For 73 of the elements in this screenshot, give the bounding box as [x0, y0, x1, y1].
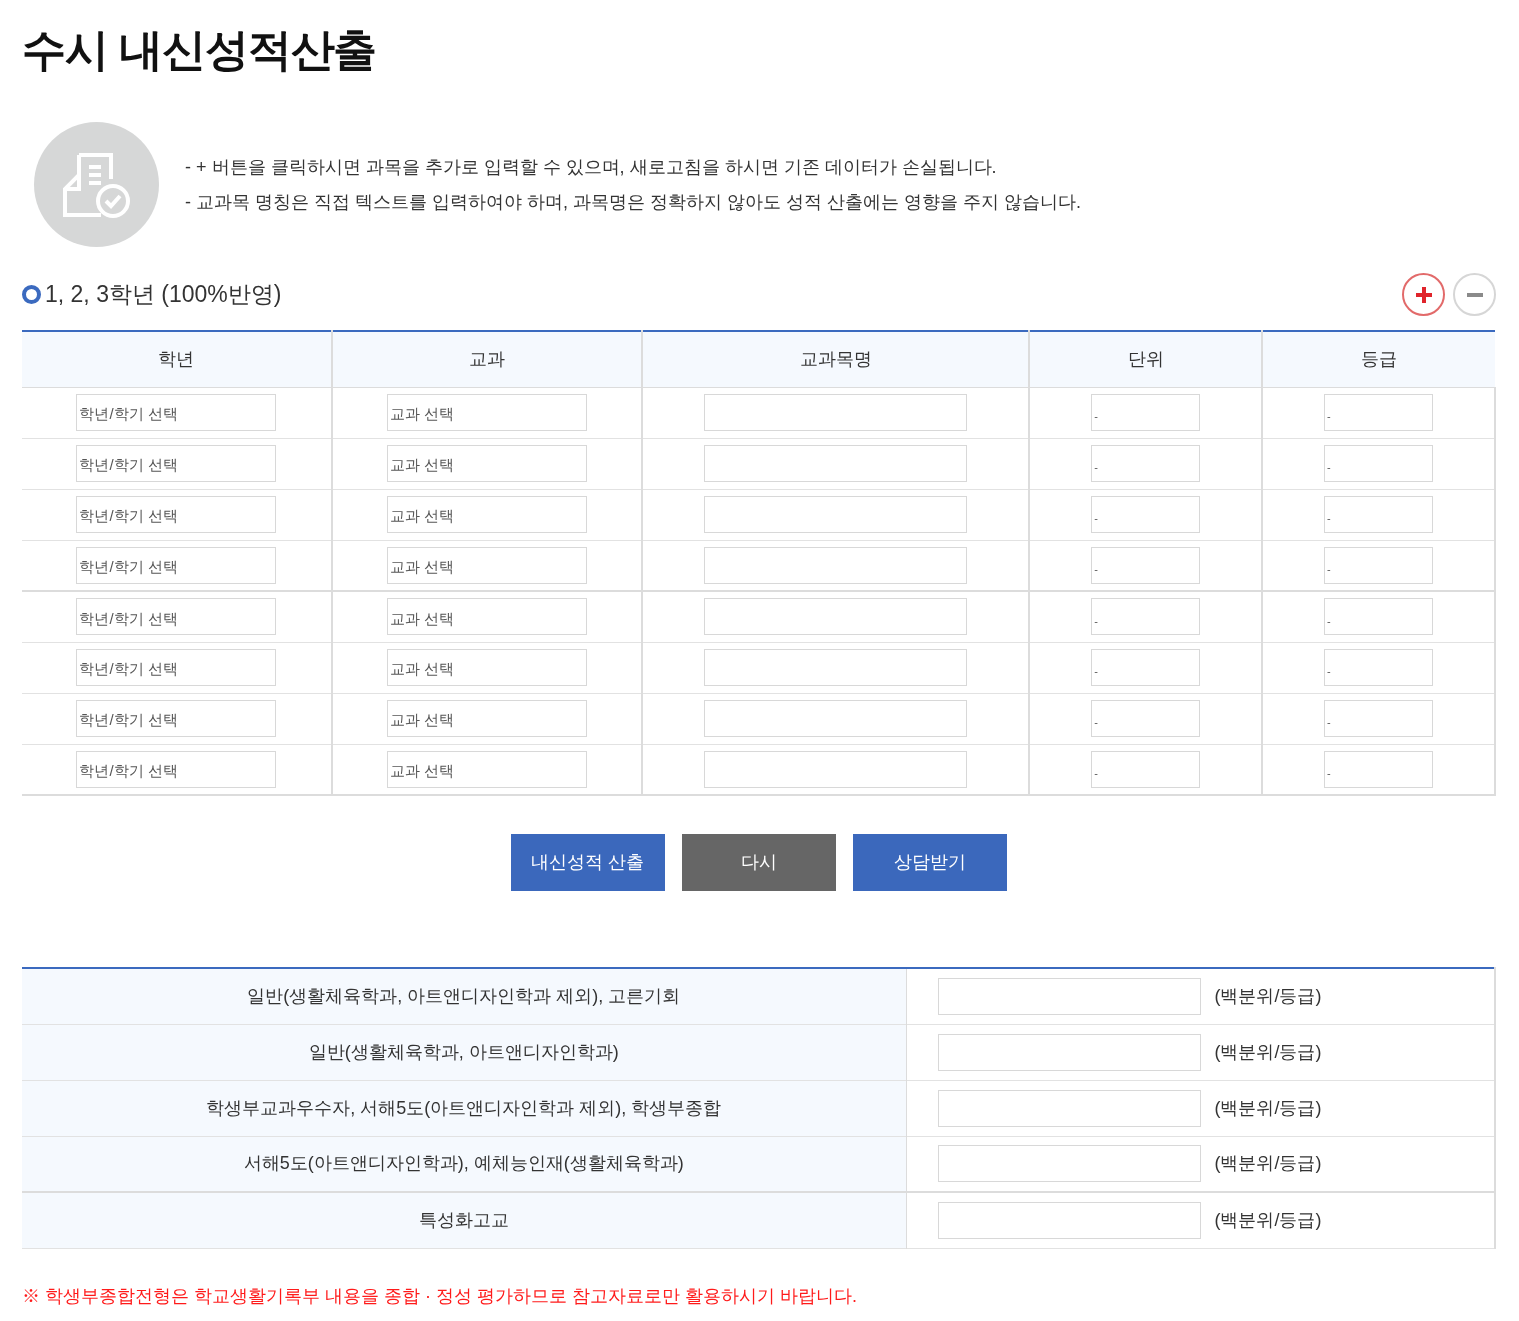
unit-dropdown[interactable]: - [1091, 750, 1201, 788]
grade-dropdown[interactable]: - [1324, 394, 1434, 431]
grade-dropdown[interactable]: - [1324, 496, 1434, 533]
unit-label: (백분위/등급) [1214, 1096, 1322, 1120]
grade-semester-dropdown[interactable]: 학년/학기 선택 [76, 546, 277, 584]
grade-dropdown[interactable]: - [1324, 700, 1434, 737]
action-button[interactable]: 다시 [682, 834, 836, 891]
unit-dropdown[interactable]: - [1091, 394, 1201, 431]
column-header: 교과 [331, 331, 642, 387]
instruction-text: - + 버튼을 클릭하시면 과목을 추가로 입력할 수 있으며, 새로고침을 하시면 기존 데이터가 손실됩니다. [185, 155, 998, 179]
unit-dropdown[interactable]: - [1091, 598, 1201, 636]
grade-semester-dropdown[interactable]: 학년/학기 선택 [76, 700, 277, 737]
instruction-text: - 교과목 명칭은 직접 텍스트를 입력하여야 하며, 과목명은 정확하지 않아도 성적 산출에는 영향을 주지 않습니다. [185, 190, 1081, 214]
result-input[interactable] [937, 1145, 1201, 1183]
grade-semester-dropdown[interactable]: 학년/학기 선택 [76, 496, 277, 533]
category-label: 일반(생활체육학과, 아트앤디자인학과 제외), 고른기회 [247, 985, 681, 1006]
result-input[interactable] [937, 977, 1201, 1015]
course-name-input[interactable] [704, 700, 967, 737]
result-input[interactable] [937, 1033, 1201, 1071]
grade-dropdown[interactable]: - [1324, 750, 1434, 788]
action-button[interactable]: 내신성적 산출 [511, 834, 665, 891]
unit-label: (백분위/등급) [1214, 1208, 1322, 1232]
grade-semester-dropdown[interactable]: 학년/학기 선택 [76, 394, 277, 431]
subject-dropdown[interactable]: 교과 선택 [386, 598, 587, 636]
subject-dropdown[interactable]: 교과 선택 [386, 750, 587, 788]
unit-dropdown[interactable]: - [1091, 546, 1201, 584]
column-header: 교과목명 [641, 331, 1030, 387]
course-name-input[interactable] [704, 750, 967, 788]
grade-semester-dropdown[interactable]: 학년/학기 선택 [76, 649, 277, 686]
course-name-input[interactable] [704, 546, 967, 584]
category-label: 서해5도(아트앤디자인학과), 예체능인재(생활체육학과) [243, 1153, 684, 1174]
bullet-ring-icon [22, 285, 41, 304]
section-title: 1, 2, 3학년 (100%반영) [45, 280, 282, 310]
grade-dropdown[interactable]: - [1324, 546, 1434, 584]
add-row-button[interactable] [1402, 273, 1445, 316]
page-title: 수시 내신성적산출 [22, 24, 378, 76]
plus-icon [1414, 285, 1433, 304]
grade-semester-dropdown[interactable]: 학년/학기 선택 [76, 445, 277, 482]
action-button[interactable]: 상담받기 [853, 834, 1007, 891]
unit-label: (백분위/등급) [1214, 984, 1322, 1008]
course-name-input[interactable] [704, 649, 967, 686]
course-name-input[interactable] [704, 445, 967, 482]
course-name-input[interactable] [704, 598, 967, 636]
footnote: ※ 학생부종합전형은 학교생활기록부 내용을 종합 · 정성 평가하므로 참고자료로만 활용하시기 바랍니다. [22, 1284, 858, 1308]
subject-dropdown[interactable]: 교과 선택 [386, 546, 587, 584]
unit-dropdown[interactable]: - [1091, 649, 1201, 686]
unit-dropdown[interactable]: - [1091, 445, 1201, 482]
subject-dropdown[interactable]: 교과 선택 [386, 496, 587, 533]
unit-label: (백분위/등급) [1214, 1040, 1322, 1064]
grade-semester-dropdown[interactable]: 학년/학기 선택 [76, 598, 277, 636]
grade-dropdown[interactable]: - [1324, 598, 1434, 636]
course-name-input[interactable] [704, 496, 967, 533]
category-label: 일반(생활체육학과, 아트앤디자인학과) [308, 1041, 619, 1062]
remove-row-button[interactable] [1453, 273, 1496, 316]
subject-dropdown[interactable]: 교과 선택 [386, 700, 587, 737]
unit-dropdown[interactable]: - [1091, 496, 1201, 533]
result-input[interactable] [937, 1201, 1201, 1239]
column-header: 등급 [1262, 331, 1495, 387]
course-name-input[interactable] [704, 394, 967, 431]
column-header: 단위 [1029, 331, 1263, 387]
minus-icon [1466, 292, 1483, 297]
result-input[interactable] [937, 1089, 1201, 1127]
unit-dropdown[interactable]: - [1091, 700, 1201, 737]
grade-semester-dropdown[interactable]: 학년/학기 선택 [76, 750, 277, 788]
category-label: 특성화고교 [418, 1209, 509, 1230]
subject-dropdown[interactable]: 교과 선택 [386, 445, 587, 482]
category-label: 학생부교과우수자, 서해5도(아트앤디자인학과 제외), 학생부종합 [206, 1097, 722, 1118]
grade-dropdown[interactable]: - [1324, 445, 1434, 482]
subject-dropdown[interactable]: 교과 선택 [386, 394, 587, 431]
column-header: 학년 [22, 331, 332, 387]
subject-dropdown[interactable]: 교과 선택 [386, 649, 587, 686]
grade-dropdown[interactable]: - [1324, 649, 1434, 686]
unit-label: (백분위/등급) [1214, 1152, 1322, 1176]
